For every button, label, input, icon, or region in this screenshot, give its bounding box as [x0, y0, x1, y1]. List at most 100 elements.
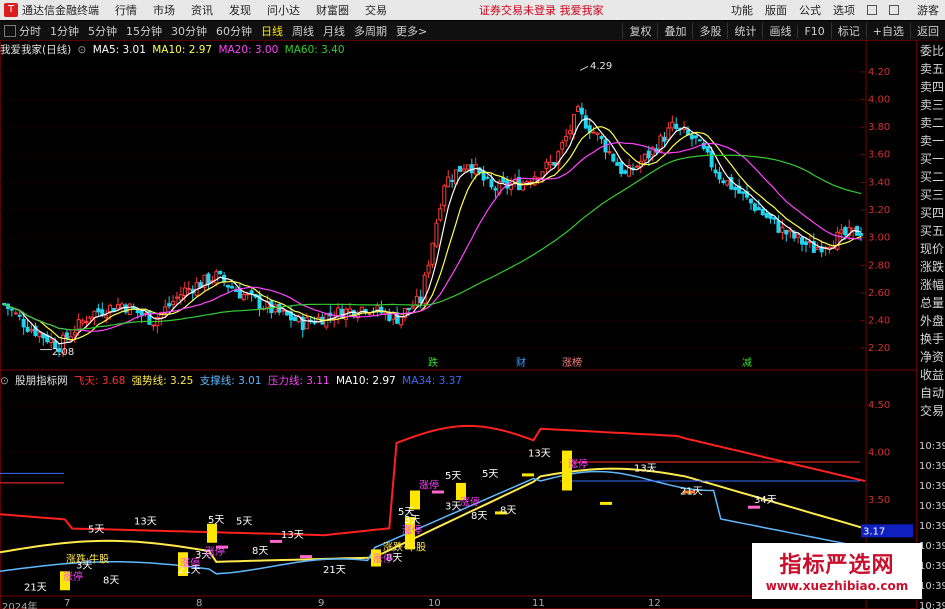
- back-button[interactable]: 返回: [910, 23, 945, 39]
- stats-button[interactable]: 统计: [727, 23, 762, 39]
- candle-body: [206, 273, 211, 285]
- side-item[interactable]: 涨幅: [918, 276, 945, 294]
- tab-5min[interactable]: 5分钟: [88, 23, 117, 39]
- candle-body: [548, 161, 553, 166]
- limit-up-signal: 涨停: [402, 523, 422, 536]
- menu-item-trade[interactable]: 交易: [365, 2, 387, 18]
- menu-item-discover[interactable]: 发现: [229, 2, 251, 18]
- kline-chart[interactable]: 4.20 4.00 3.80 3.60 3.40 3.20 3.00 2.80 2.60 2.40…: [0, 40, 917, 609]
- tab-intraday[interactable]: 分时: [19, 23, 41, 39]
- side-trade[interactable]: 交易: [918, 402, 944, 420]
- candle-body: [815, 246, 820, 250]
- candle-body: [461, 168, 466, 172]
- tab-weekly[interactable]: 周线: [292, 23, 314, 39]
- menu-item-sector[interactable]: 市场: [153, 2, 175, 18]
- indicator-name[interactable]: 股朋指标网: [15, 375, 68, 387]
- candle-body: [347, 308, 352, 313]
- candle-body: [9, 308, 14, 311]
- candle-body: [387, 311, 392, 321]
- candle-body: [776, 220, 781, 233]
- side-item[interactable]: 卖五: [918, 60, 945, 78]
- overlay-button[interactable]: 叠加: [657, 23, 692, 39]
- signal-dash: [600, 501, 612, 505]
- tab-more[interactable]: 更多>: [396, 23, 427, 39]
- quote-side-panel: 委比 卖五 卖四 卖三 卖二 卖一 买一 买二 买三 买四 买五 现价 涨跌 涨幅 总量 外盘 换手 净资 收益 自…: [917, 42, 945, 609]
- candle-body: [741, 191, 746, 194]
- mark-button[interactable]: 标记: [830, 23, 866, 39]
- candle-body: [438, 208, 443, 221]
- ma5-line: [3, 118, 862, 345]
- candle-body: [752, 203, 757, 211]
- side-item[interactable]: 买五: [918, 222, 945, 240]
- side-item[interactable]: 卖四: [918, 78, 945, 96]
- menu-item-formula[interactable]: 公式: [799, 2, 821, 18]
- menu-item-layout[interactable]: 版面: [765, 2, 787, 18]
- y-tick-label: 2.40: [868, 316, 890, 327]
- restore-rights-button[interactable]: 复权: [622, 23, 657, 39]
- menu-item-wealth[interactable]: 财富圈: [316, 2, 349, 18]
- login-warning[interactable]: 证券交易未登录 我爱我家: [479, 2, 604, 18]
- side-item[interactable]: 买四: [918, 204, 945, 222]
- y-tick-label: 3.00: [868, 233, 890, 244]
- menu-item-ask[interactable]: 问小达: [267, 2, 300, 18]
- side-item[interactable]: 卖二: [918, 114, 945, 132]
- candle-body: [469, 164, 474, 174]
- side-item[interactable]: 外盘: [918, 312, 945, 330]
- indicator-toggle-icon[interactable]: ⊙: [0, 375, 9, 387]
- ma-toggle-icon[interactable]: ⊙: [78, 44, 87, 56]
- side-item[interactable]: 买二: [918, 168, 945, 186]
- menu-item-market[interactable]: 行情: [115, 2, 137, 18]
- candle-body: [465, 164, 470, 170]
- candle-body: [182, 287, 187, 297]
- x-axis: 2024年 7 8 9 10 11 12: [0, 598, 917, 609]
- candle-body: [64, 332, 69, 339]
- tab-daily[interactable]: 日线: [261, 23, 283, 39]
- guest-label[interactable]: 游客: [917, 2, 939, 18]
- candle-body: [76, 319, 81, 331]
- candle-body: [756, 207, 761, 211]
- candle-body: [748, 198, 753, 204]
- side-item[interactable]: 净资: [918, 348, 945, 366]
- feitian-value: 飞天: 3.68: [74, 375, 126, 387]
- candle-body: [151, 324, 156, 327]
- ma10-value: MA10: 2.97: [152, 44, 213, 56]
- side-item[interactable]: 涨跌: [918, 258, 945, 276]
- menu-bar: T 通达信金融终端 行情 市场 资讯 发现 问小达 财富圈 交易 证券交易未登录…: [0, 0, 945, 20]
- side-auto[interactable]: 自动: [918, 384, 944, 402]
- x-axis-label: 2024年: [2, 602, 38, 609]
- side-item[interactable]: 买三: [918, 186, 945, 204]
- day-count-label: 13天: [134, 517, 157, 528]
- add-watchlist-button[interactable]: +自选: [865, 23, 910, 39]
- side-item[interactable]: 卖一: [918, 132, 945, 150]
- candle-body: [119, 303, 124, 309]
- select-checkbox[interactable]: [4, 24, 16, 37]
- candle-body: [607, 151, 612, 154]
- maximize-icon[interactable]: [889, 5, 899, 15]
- x-axis-label: 7: [64, 598, 71, 609]
- candle-body: [84, 321, 89, 324]
- minimize-icon[interactable]: [867, 5, 877, 15]
- side-item[interactable]: 换手: [918, 330, 945, 348]
- tab-multi-period[interactable]: 多周期: [354, 23, 387, 39]
- menu-item-news[interactable]: 资讯: [191, 2, 213, 18]
- menu-item-function[interactable]: 功能: [731, 2, 753, 18]
- menu-item-options[interactable]: 选项: [833, 2, 855, 18]
- tab-monthly[interactable]: 月线: [323, 23, 345, 39]
- side-item[interactable]: 总量: [918, 294, 945, 312]
- stock-title[interactable]: 我爱我家(日线): [0, 44, 71, 56]
- tab-60min[interactable]: 60分钟: [216, 23, 252, 39]
- side-item[interactable]: 收益: [918, 366, 945, 384]
- tab-1min[interactable]: 1分钟: [50, 23, 79, 39]
- draw-line-button[interactable]: 画线: [762, 23, 797, 39]
- tab-15min[interactable]: 15分钟: [126, 23, 162, 39]
- side-item[interactable]: 委比: [918, 42, 945, 60]
- side-item[interactable]: 买一: [918, 150, 945, 168]
- candle-body: [544, 161, 549, 170]
- f10-button[interactable]: F10: [797, 24, 830, 38]
- candle-body: [689, 134, 694, 140]
- multi-stock-button[interactable]: 多股: [692, 23, 727, 39]
- tab-30min[interactable]: 30分钟: [171, 23, 207, 39]
- candle-body: [292, 316, 297, 322]
- side-item[interactable]: 现价: [918, 240, 945, 258]
- side-item[interactable]: 卖三: [918, 96, 945, 114]
